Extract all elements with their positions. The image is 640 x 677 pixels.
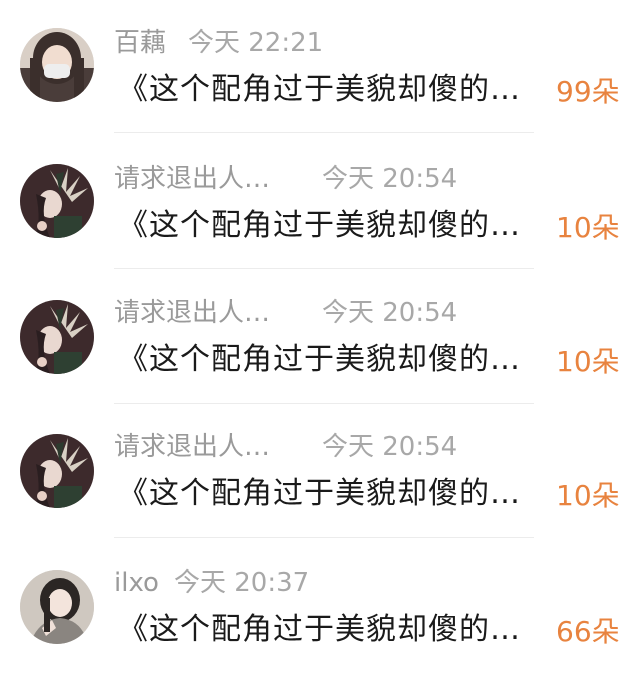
timestamp: 今天 20:37 xyxy=(174,568,310,598)
divider xyxy=(114,132,534,133)
list-item[interactable]: 百藕 今天 22:21 《这个配角过于美貌却傻的… 99朵 xyxy=(0,0,640,134)
user-avatar[interactable] xyxy=(20,28,94,102)
flower-count: 10朵 xyxy=(556,479,620,512)
username[interactable]: 百藕 xyxy=(114,28,166,58)
timestamp: 今天 20:54 xyxy=(322,298,458,328)
username[interactable]: 请求退出人… xyxy=(114,298,270,328)
user-avatar[interactable] xyxy=(20,164,94,238)
avatar-feather-character-icon xyxy=(20,164,94,238)
flower-count: 10朵 xyxy=(556,211,620,244)
username[interactable]: 请求退出人… xyxy=(114,432,270,462)
timestamp: 今天 20:54 xyxy=(322,432,458,462)
timestamp: 今天 20:54 xyxy=(322,164,458,194)
flower-count: 66朵 xyxy=(556,615,620,648)
avatar-feather-character-icon xyxy=(20,300,94,374)
user-avatar[interactable] xyxy=(20,434,94,508)
book-title[interactable]: 《这个配角过于美貌却傻的… xyxy=(118,208,554,244)
avatar-girl-mask-icon xyxy=(20,28,94,102)
username[interactable]: 请求退出人… xyxy=(114,164,270,194)
list-item[interactable]: 请求退出人… 今天 20:54 《这个配角过于美貌却傻的… 10朵 xyxy=(0,270,640,404)
book-title[interactable]: 《这个配角过于美貌却傻的… xyxy=(118,72,554,108)
book-title[interactable]: 《这个配角过于美貌却傻的… xyxy=(118,612,554,648)
book-title[interactable]: 《这个配角过于美貌却傻的… xyxy=(118,476,554,512)
gift-record-list: 百藕 今天 22:21 《这个配角过于美貌却傻的… 99朵 请求退出人… 今天 … xyxy=(0,0,640,677)
username[interactable]: ilxo xyxy=(114,568,159,598)
list-item[interactable]: 请求退出人… 今天 20:54 《这个配角过于美貌却傻的… 10朵 xyxy=(0,134,640,269)
list-item[interactable]: ilxo 今天 20:37 《这个配角过于美貌却傻的… 66朵 xyxy=(0,538,640,672)
avatar-feather-character-icon xyxy=(20,434,94,508)
user-avatar[interactable] xyxy=(20,570,94,644)
list-item[interactable]: 请求退出人… 今天 20:54 《这个配角过于美貌却傻的… 10朵 xyxy=(0,404,640,538)
divider xyxy=(114,268,534,269)
avatar-girl-portrait-icon xyxy=(20,570,94,644)
timestamp: 今天 22:21 xyxy=(188,28,324,58)
flower-count: 10朵 xyxy=(556,345,620,378)
flower-count: 99朵 xyxy=(556,75,620,108)
book-title[interactable]: 《这个配角过于美貌却傻的… xyxy=(118,342,554,378)
user-avatar[interactable] xyxy=(20,300,94,374)
